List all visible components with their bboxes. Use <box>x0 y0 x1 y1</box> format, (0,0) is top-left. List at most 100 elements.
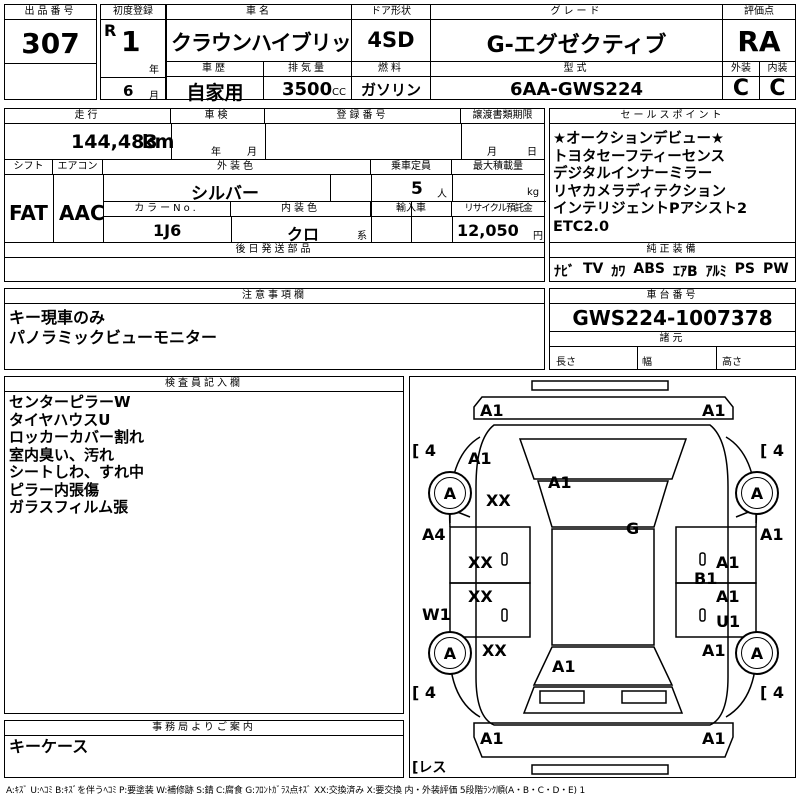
inspector-note: センターピラーW <box>9 393 131 411</box>
notes-box: 注意事項欄 キー現車のみ パノラミックビューモニター <box>4 288 545 370</box>
capacity-label: 乗車定員 <box>371 160 452 175</box>
load-unit: kg <box>527 187 540 198</box>
displacement: 3500 <box>282 79 333 100</box>
recycle-fee: 12,050 <box>457 221 519 240</box>
model-box: 型式 6AA-GWS224 <box>430 61 723 100</box>
sales-point: インテリジェントPアシスト2 <box>553 201 748 217</box>
inspection-label: 車検 <box>171 109 265 124</box>
equipment-item: PS <box>734 261 755 277</box>
exterior-score: C <box>732 76 750 101</box>
exterior-score-box: 外装 C <box>722 61 760 101</box>
damage-mark: A1 <box>716 587 740 606</box>
color-no: 1J6 <box>153 221 182 240</box>
damage-mark: A1 <box>480 729 504 748</box>
grade: G-エグゼクティブ <box>486 33 667 58</box>
tire-rear-right-icon: A <box>735 631 779 675</box>
ac-label: エアコン <box>53 160 103 175</box>
damage-mark: B1 <box>694 569 718 588</box>
fuel: ガソリン <box>360 81 421 99</box>
car-outline-icon <box>448 380 758 775</box>
damage-mark: W1 <box>422 605 451 624</box>
equipment-item: ｴｱB <box>672 264 698 280</box>
notes-list: キー現車のみ パノラミックビューモニター <box>9 308 217 348</box>
damage-diagram: A A A A [ 4 [ 4 [ 4 [ 4 [レス A1 A1 A1 XX … <box>409 376 796 778</box>
damage-mark: A1 <box>548 473 572 492</box>
inspector-note: シートしわ、すれ中 <box>9 463 145 481</box>
tread-front-left: [ 4 <box>412 441 437 460</box>
inspection-month-unit: 月 <box>247 147 257 158</box>
lot-number: 307 <box>21 27 80 60</box>
door-box: ドア形状 4SD <box>351 4 431 62</box>
chassis-box: 車台番号 GWS224-1007378 諸元 長さ 幅 高さ <box>549 288 796 370</box>
fuel-label: 燃料 <box>352 62 430 77</box>
car-name: クラウンハイブリッド <box>171 31 372 55</box>
damage-mark: A1 <box>702 729 726 748</box>
width-label: 幅 <box>642 357 652 368</box>
score: RA <box>737 25 781 58</box>
note-item: パノラミックビューモニター <box>9 328 218 347</box>
notes-label: 注意事項欄 <box>5 289 544 304</box>
car-name-label: 車名 <box>167 5 351 20</box>
office-box: 事務局よりご案内 キーケース <box>4 720 404 778</box>
first-reg-label: 初度登録 <box>101 5 165 20</box>
equipment-item: ABS <box>633 261 665 277</box>
lot-box: 出品番号 307 <box>4 4 97 100</box>
tread-rear-right: [ 4 <box>760 683 785 702</box>
damage-mark: XX <box>486 491 511 510</box>
damage-mark: G <box>626 519 640 538</box>
spare-tire: [レス <box>412 760 447 776</box>
load-label: 最大積載量 <box>452 160 544 175</box>
mileage-unit: km <box>142 131 175 153</box>
inspector-label: 検査員記入欄 <box>5 377 403 392</box>
sales-points-list: ★オークションデビュー★ トヨタセーフティーセンス デジタルインナーミラー リヤ… <box>553 131 747 236</box>
note-item: キー現車のみ <box>9 308 106 327</box>
capacity-unit: 人 <box>437 189 447 200</box>
int-color-unit: 系 <box>357 231 367 242</box>
inspection-year-unit: 年 <box>211 147 221 158</box>
sales-point: ★オークションデビュー★ <box>553 131 724 147</box>
grade-box: グレード G-エグゼクティブ <box>430 4 723 62</box>
sales-point: リヤカメラディテクション <box>553 183 726 200</box>
equipment-item: ｶﾜ <box>611 264 626 280</box>
damage-mark: A1 <box>468 449 492 468</box>
damage-mark: A1 <box>702 641 726 660</box>
sales-points-box: セールスポイント ★オークションデビュー★ トヨタセーフティーセンス デジタルイ… <box>549 108 796 282</box>
chassis-number: GWS224-1007378 <box>572 306 773 330</box>
tread-front-right: [ 4 <box>760 441 785 460</box>
history-label: 車歴 <box>167 62 263 77</box>
vehicle-details: 走行 車検 登録番号 譲渡書類期限 144,483 km 年 月 月 日 シフト… <box>4 108 546 282</box>
color-no-label: カラーNo. <box>103 202 231 217</box>
damage-mark: A1 <box>552 657 576 676</box>
sales-point: ETC2.0 <box>553 218 610 235</box>
damage-mark: XX <box>468 553 493 572</box>
fuel-box: 燃料 ガソリン <box>351 61 431 100</box>
displacement-label: 排気量 <box>264 62 351 77</box>
tread-rear-left: [ 4 <box>412 683 437 702</box>
inspector-list: センターピラーW タイヤハウスU ロッカーカバー割れ 室内臭い、汚れ シートしわ… <box>9 393 145 517</box>
history: 自家用 <box>186 82 244 104</box>
reg-year: 1 <box>121 25 141 58</box>
car-name-box: 車名 クラウンハイブリッド <box>166 4 372 62</box>
tire-rear-left-icon: A <box>428 631 472 675</box>
inspector-note: ガラスフィルム張 <box>9 498 129 516</box>
displacement-box: 排気量 3500 CC <box>263 61 352 100</box>
first-registration-box: 初度登録 R 1 年 6 月 <box>100 4 166 102</box>
score-box: 評価点 RA <box>722 4 796 62</box>
model-label: 型式 <box>431 62 722 77</box>
era: R <box>104 21 117 40</box>
capacity: 5 <box>411 179 423 199</box>
model: 6AA-GWS224 <box>509 79 644 100</box>
office-label: 事務局よりご案内 <box>5 721 403 736</box>
int-color-label: 内装色 <box>231 202 371 217</box>
equipment-item: ﾅﾋﾞ <box>554 264 575 280</box>
sales-point: デジタルインナーミラー <box>553 166 713 182</box>
inspector-box: 検査員記入欄 センターピラーW タイヤハウスU ロッカーカバー割れ 室内臭い、汚… <box>4 376 404 714</box>
year-unit: 年 <box>149 65 159 76</box>
recycle-unit: 円 <box>533 231 543 242</box>
damage-mark: XX <box>468 587 493 606</box>
inspector-note: 室内臭い、汚れ <box>9 445 115 464</box>
month-unit: 月 <box>149 91 159 102</box>
length-label: 長さ <box>556 357 576 368</box>
interior-label: 内装 <box>760 62 795 77</box>
equipment-label: 純正装備 <box>550 243 795 258</box>
